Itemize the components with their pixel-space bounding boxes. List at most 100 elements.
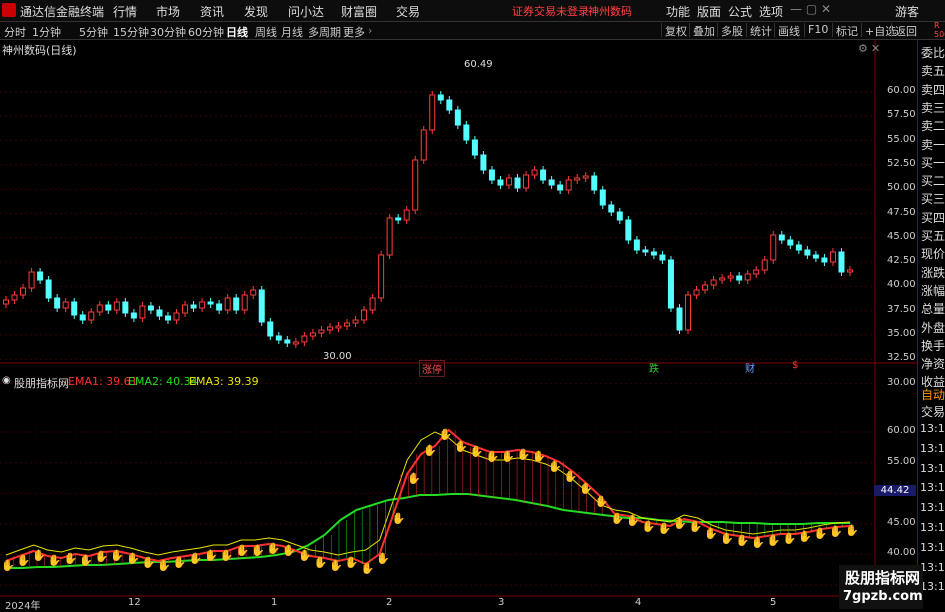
candle-body (565, 179, 572, 191)
menu-discover[interactable]: 发现 (244, 3, 268, 20)
quote-field-label[interactable]: 买四 (921, 209, 945, 226)
quote-field-label[interactable]: 买一 (921, 154, 945, 171)
toolbar-overlay[interactable]: 叠加 (689, 23, 718, 38)
period-15min[interactable]: 15分钟 (113, 24, 149, 40)
quote-field-label[interactable]: 卖五 (921, 62, 945, 79)
candle-body (250, 289, 257, 296)
indicator-name[interactable]: 股朋指标网 (14, 375, 69, 391)
quote-field-label[interactable]: 卖四 (921, 81, 945, 98)
menu-formula[interactable]: 公式 (728, 3, 752, 20)
signal-hand-icon: ✋ (454, 440, 468, 453)
period-daily[interactable]: 日线 (226, 24, 248, 40)
trade-time: 13:12 (920, 461, 945, 475)
quote-field-label[interactable]: 买三 (921, 190, 945, 207)
candle-body (446, 99, 453, 111)
menu-market[interactable]: 市场 (156, 3, 180, 20)
signal-hand-icon: ✋ (251, 544, 265, 557)
quote-field-label[interactable]: 外盘 (921, 319, 945, 336)
menu-news[interactable]: 资讯 (200, 3, 224, 20)
limit-up-marker[interactable]: 涨停 (419, 360, 445, 377)
period-30min[interactable]: 30分钟 (150, 24, 186, 40)
main-y-tick: 35.00 (887, 328, 916, 339)
period-5min[interactable]: 5分钟 (79, 24, 108, 40)
dividend-marker[interactable]: $ (790, 360, 800, 371)
candle-body (599, 189, 606, 206)
chart-settings-icon[interactable]: ⚙ (858, 42, 868, 55)
candle-body (412, 159, 419, 211)
candle-body (96, 304, 103, 313)
quote-field-label[interactable]: 涨跌 (921, 264, 945, 281)
quote-field-label[interactable]: 卖一 (921, 136, 945, 153)
toolbar-mark[interactable]: 标记 (832, 23, 861, 38)
quote-field-label[interactable]: 涨幅 (921, 282, 945, 299)
stock-link[interactable]: 神州数码 (588, 3, 632, 19)
chevron-right-icon[interactable]: › (368, 24, 372, 37)
quote-field-label[interactable]: 买五 (921, 227, 945, 244)
menu-options[interactable]: 选项 (759, 3, 783, 20)
high-price-label: 60.49 (464, 59, 493, 70)
main-y-tick: 32.50 (887, 352, 916, 364)
period-60min[interactable]: 60分钟 (188, 24, 224, 40)
signal-hand-icon: ✋ (204, 549, 218, 562)
candle-body (642, 249, 649, 253)
menu-function[interactable]: 功能 (666, 3, 690, 20)
toolbar-multi-stock[interactable]: 多股 (717, 23, 746, 38)
menu-layout[interactable]: 版面 (697, 3, 721, 20)
quote-field-label[interactable]: 换手 (921, 337, 945, 354)
period-multi[interactable]: 多周期 (308, 24, 341, 40)
quote-field-label[interactable]: 卖二 (921, 117, 945, 134)
period-timeshare[interactable]: 分时 (4, 24, 26, 40)
trade-time: 13:13 (920, 580, 945, 594)
period-monthly[interactable]: 月线 (281, 24, 303, 40)
signal-hand-icon: ✋ (470, 445, 484, 458)
signal-hand-icon: ✋ (220, 549, 234, 562)
close-icon[interactable]: ✕ (871, 42, 880, 55)
candle-body (113, 301, 120, 311)
toolbar-back[interactable]: 返回 (891, 23, 920, 38)
period-more[interactable]: 更多 (343, 24, 365, 40)
toolbar-f10[interactable]: F10 (804, 23, 831, 37)
quote-field-label[interactable]: 总量 (921, 300, 945, 317)
toolbar-restore-rights[interactable]: 复权 (661, 23, 690, 38)
menu-quotes[interactable]: 行情 (113, 3, 137, 20)
auto-trade-label[interactable]: 自动 (921, 386, 945, 403)
login-warning[interactable]: 证券交易未登录 (512, 3, 589, 19)
quote-field-label[interactable]: 净资 (921, 355, 945, 372)
main-chart-title: 神州数码(日线) (2, 44, 77, 57)
candle-body (122, 301, 129, 314)
menu-trade[interactable]: 交易 (396, 3, 420, 20)
kline-chart-area[interactable]: ✋ ✋ ✋ ✋ ✋ ✋ ✋ ✋ ✋ ✋ ✋ ✋ ✋ ✋ ✋ ✋ ✋ ✋ ✋ ✋✋ ✋ ✋ ✋✋✋✋✋✋✋ ✋ ✋ ✋ ✋ ✋✋✋✋✋✋… (0, 40, 917, 609)
candle-body (471, 139, 478, 156)
indicator-toggle-icon[interactable]: ◉ (2, 375, 11, 386)
panel-corner: R500 (934, 21, 945, 39)
menu-ask[interactable]: 问小达 (288, 3, 324, 20)
quote-field-label[interactable]: 委比 (921, 44, 945, 61)
quote-field-label[interactable]: 买二 (921, 172, 945, 189)
toolbar-stats[interactable]: 统计 (746, 23, 775, 38)
guest-user[interactable]: 游客 (895, 3, 919, 20)
signal-hand-icon: ✋ (704, 527, 718, 540)
quote-field-label[interactable]: 卖三 (921, 99, 945, 116)
candle-body (164, 315, 171, 321)
toolbar-draw[interactable]: 画线 (774, 23, 803, 38)
candle-body (829, 251, 836, 263)
main-y-tick: 55.00 (887, 133, 916, 145)
window-controls[interactable]: — ▢ ✕ (790, 2, 831, 16)
quote-field-label[interactable]: 现价 (921, 245, 945, 262)
ema2-label: EMA2: 40.34 (128, 375, 198, 388)
signal-hand-icon: ✋ (48, 554, 62, 567)
candle-body (804, 249, 811, 256)
signal-hand-icon: ✋ (314, 556, 328, 569)
signal-hand-icon: ✋ (720, 532, 734, 545)
drop-marker[interactable]: 跌 (647, 360, 661, 375)
menu-wealth[interactable]: 财富圈 (341, 3, 377, 20)
trade-label[interactable]: 交易 (921, 403, 945, 420)
finance-marker[interactable]: 财 (743, 360, 757, 375)
candle-body (292, 341, 299, 345)
candle-body (62, 301, 69, 309)
period-weekly[interactable]: 周线 (255, 24, 277, 40)
signal-hand-icon: ✋ (17, 554, 31, 567)
period-1min[interactable]: 1分钟 (32, 24, 61, 40)
x-axis-tick: 1 (271, 597, 278, 608)
signal-hand-icon: ✋ (173, 556, 187, 569)
